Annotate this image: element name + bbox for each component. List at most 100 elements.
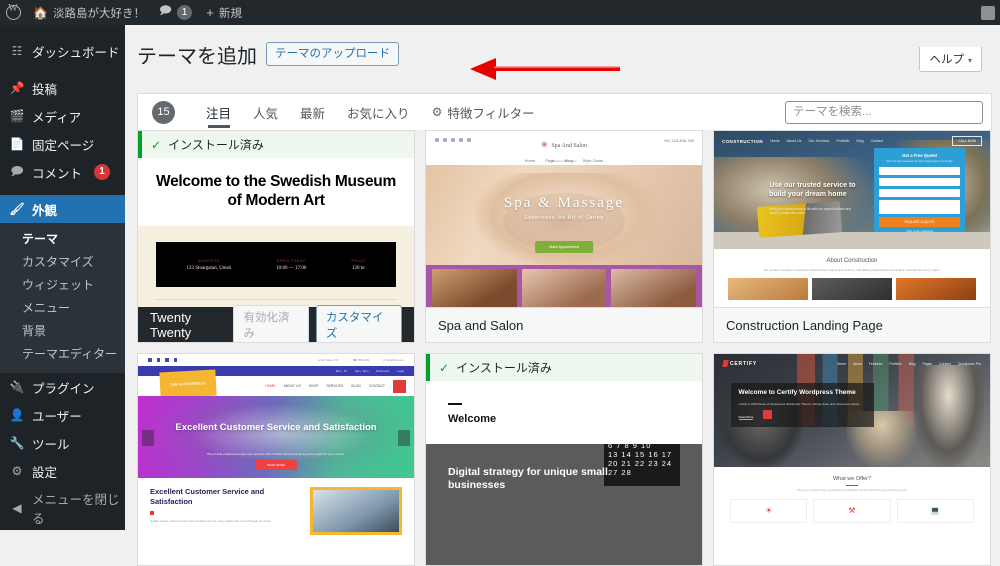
wordpress-logo-button[interactable] <box>0 0 26 25</box>
preview-hero-sub: Certify a child theme of Sprayeress Word… <box>738 401 860 406</box>
tab-favorites[interactable]: お気に入り <box>336 94 421 130</box>
sidebar-item-appearance[interactable]: 🖌 外観 <box>0 195 133 223</box>
preview-hero-sub: We provide professional auto care servic… <box>207 452 345 456</box>
gear-icon: ⚙ <box>431 105 443 119</box>
customize-button[interactable]: カスタマイズ <box>315 304 402 342</box>
theme-name: Twenty Twenty <box>150 309 192 340</box>
installed-notice: ✓ インストール済み <box>426 354 702 381</box>
tab-latest[interactable]: 最新 <box>289 94 336 130</box>
preview-section-title: Excellent Customer Service and Satisfact… <box>150 487 265 506</box>
new-content-label: 新規 <box>218 7 242 20</box>
theme-screenshot: Welcome to the Swedish Museum of Modern … <box>138 158 414 307</box>
sidebar-item-pages[interactable]: 📄 固定ページ <box>0 130 125 158</box>
preview-nav-link: Home <box>524 158 536 163</box>
sidebar-item-tools[interactable]: 🔧 ツール <box>0 429 125 457</box>
submenu-item-theme-editor[interactable]: テーマエディター <box>0 343 125 366</box>
preview-calendar-row: 27 28 <box>608 468 632 477</box>
sidebar-item-posts[interactable]: 📌 投稿 <box>0 74 125 102</box>
preview-form-button: REQUEST A QUOTE <box>879 216 961 227</box>
sidebar-item-label: 固定ページ <box>32 138 95 153</box>
cart-icon <box>393 379 406 393</box>
sidebar-top-spacer <box>0 25 125 37</box>
preview-nav-cta: CALL NOW <box>952 136 982 146</box>
preview-form-title: Get a Free Quote! <box>902 152 938 158</box>
installed-notice-label: インストール済み <box>168 138 264 152</box>
preview-hero-title: Spa & Massage <box>503 195 625 211</box>
theme-card[interactable]: ● 123 Street, NY ☎ 555-0199 ✉ info@site.… <box>137 353 415 566</box>
sidebar-item-label: コメント <box>32 166 83 181</box>
sidebar-item-settings[interactable]: ⚙ 設定 <box>0 457 125 485</box>
admin-bar-right <box>981 5 1000 20</box>
theme-card[interactable]: ✓ インストール済み Welcome 6 7 8 9 10 13 14 15 1… <box>425 353 703 566</box>
preview-nav-link: HOME <box>265 384 276 388</box>
feature-filter-button[interactable]: ⚙ 特徴フィルター <box>421 94 546 130</box>
preview-brand: CONSTRUCTION <box>722 138 764 144</box>
preview-form-note: 100% privacy guaranteed <box>906 229 934 233</box>
tab-featured[interactable]: 注目 <box>195 94 242 130</box>
tab-popular[interactable]: 人気 <box>242 94 289 130</box>
sidebar-item-users[interactable]: 👤 ユーザー <box>0 401 125 429</box>
preview-info-value: 120 kr <box>351 265 365 271</box>
site-name-menu[interactable]: 🏠 淡路島が大好き！ <box>26 0 152 25</box>
preview-info-label: OPEN TODAY <box>276 258 306 263</box>
preview-nav-link: SHOP <box>308 384 319 388</box>
admin-bar: 🏠 淡路島が大好き！ 🗩 1 + 新規 <box>0 0 1000 25</box>
theme-grid: ✓ インストール済み Welcome to the Swedish Museum… <box>137 130 1000 566</box>
page-icon: 📄 <box>9 137 25 151</box>
search-themes-input[interactable]: テーマを検索... <box>785 101 983 124</box>
help-label: ヘルプ <box>929 54 964 66</box>
media-icon: 🎬 <box>9 109 25 123</box>
new-content-menu[interactable]: + 新規 <box>199 0 249 25</box>
submenu-item-background[interactable]: 背景 <box>0 320 125 343</box>
submenu-item-menus[interactable]: メニュー <box>0 297 125 320</box>
plus-icon: + <box>206 5 214 20</box>
preview-topbar-item: ☎ 555-0199 <box>353 358 370 362</box>
theme-name: Spa and Salon <box>438 317 524 333</box>
preview-calendar-row: 13 14 15 16 17 <box>608 450 673 459</box>
preview-logo: Spa And Salon <box>551 143 587 149</box>
sidebar-item-media[interactable]: 🎬 メディア <box>0 102 125 130</box>
preview-info-value: 10:00 — 17:00 <box>276 265 307 271</box>
installed-notice: ✓ インストール済み <box>138 131 414 158</box>
appearance-submenu: テーマ カスタマイズ ウィジェット メニュー 背景 テーマエディター <box>0 223 125 373</box>
avatar-icon[interactable] <box>981 5 995 20</box>
sidebar-item-plugins[interactable]: 🔌 プラグイン <box>0 373 125 401</box>
collapse-menu-button[interactable]: ◀ メニューを閉じる <box>0 493 125 526</box>
preview-nav-link: Home <box>770 139 780 143</box>
admin-sidebar: ☷ ダッシュボード 📌 投稿 🎬 メディア 📄 固定ページ 🗩 コメント 1 🖌… <box>0 25 133 530</box>
plug-icon: 🔌 <box>9 380 25 394</box>
preview-brand: CERTIFY <box>730 360 757 367</box>
theme-card[interactable]: CONSTRUCTION Home About Us Our Services … <box>713 130 991 343</box>
upload-theme-button[interactable]: テーマのアップロード <box>266 42 399 66</box>
help-button[interactable]: ヘルプ ▾ <box>919 47 982 72</box>
submenu-item-widgets[interactable]: ウィジェット <box>0 274 125 297</box>
preview-hero-sub: Experience the Art of Caring <box>524 215 604 221</box>
submenu-item-customize[interactable]: カスタマイズ <box>0 251 125 274</box>
theme-screenshot: ❀ Spa And Salon Beautiful & Relaxation +… <box>426 131 702 307</box>
theme-card[interactable]: CERTIFY Home About Features Portfolio Bl… <box>713 353 991 566</box>
preview-hero-title: Welcome to Certify Wordpress Theme <box>738 389 856 397</box>
sidebar-item-comments[interactable]: 🗩 コメント 1 <box>0 158 125 186</box>
dashboard-icon: ☷ <box>11 44 23 58</box>
theme-screenshot: Welcome 6 7 8 9 10 13 14 15 16 17 20 21 … <box>426 381 702 565</box>
preview-nav-link: Style Guide <box>582 158 604 163</box>
theme-card[interactable]: ❀ Spa And Salon Beautiful & Relaxation +… <box>425 130 703 343</box>
preview-nav-link: Contact <box>939 361 951 366</box>
preview-nav-link: Blog <box>564 158 573 163</box>
theme-footer: Spa and Salon <box>426 307 702 342</box>
comments-bubble[interactable]: 🗩 1 <box>152 0 199 25</box>
preview-hero-button: Read More <box>738 415 754 421</box>
preview-nav-link: Our Services <box>808 139 830 143</box>
preview-nav-link: Page <box>545 158 555 163</box>
home-icon: 🏠 <box>33 5 48 20</box>
theme-count-badge: 15 <box>152 100 175 124</box>
preview-hero-title: Use our trusted service to build your dr… <box>769 181 856 198</box>
sidebar-divider <box>0 186 125 195</box>
preview-big-text: Digital strategy for unique small busine… <box>448 466 608 491</box>
theme-screenshot: CONSTRUCTION Home About Us Our Services … <box>714 131 990 307</box>
preview-heading: Welcome <box>448 413 497 425</box>
submenu-item-themes[interactable]: テーマ <box>0 228 125 251</box>
sidebar-item-label: 設定 <box>32 465 58 480</box>
theme-card[interactable]: ✓ インストール済み Welcome to the Swedish Museum… <box>137 130 415 343</box>
sidebar-item-dashboard[interactable]: ☷ ダッシュボード <box>0 37 125 65</box>
